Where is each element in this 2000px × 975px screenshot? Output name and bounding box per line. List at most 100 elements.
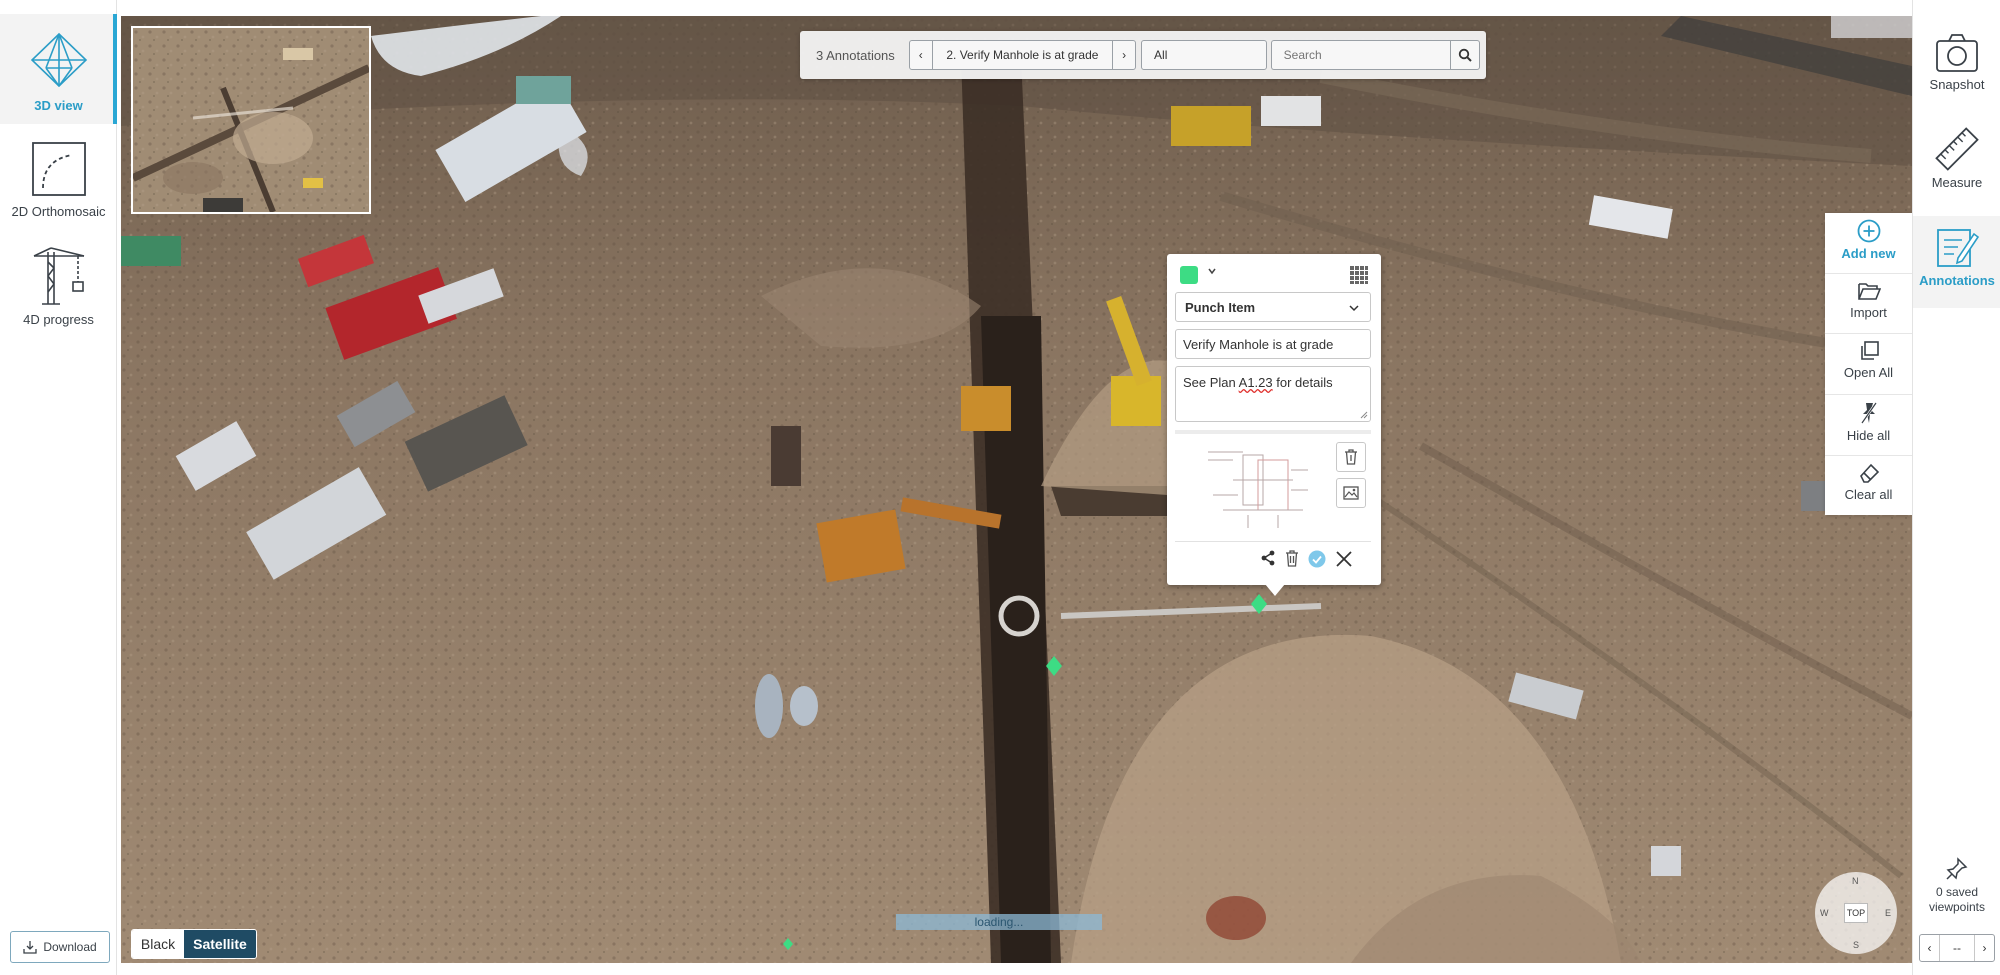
annotation-color-swatch[interactable] — [1180, 266, 1198, 284]
hide-all-label: Hide all — [1846, 428, 1891, 443]
minimap[interactable] — [131, 26, 371, 214]
description-text-end: for details — [1272, 375, 1333, 390]
open-all-label: Open All — [1843, 365, 1894, 380]
annotations-label: Annotations — [1919, 273, 1995, 288]
hide-all-annotations-button[interactable]: Hide all — [1825, 395, 1912, 453]
navigation-compass[interactable]: N S E W TOP — [1815, 872, 1897, 954]
add-new-label: Add new — [1841, 246, 1896, 261]
annotations-button[interactable]: Annotations — [1913, 216, 2000, 308]
add-new-annotation-button[interactable]: Add new — [1825, 213, 1912, 271]
folder-open-icon — [1857, 283, 1881, 300]
snapshot-label: Snapshot — [1929, 77, 1985, 92]
saved-viewpoints-count: 0 saved — [1935, 885, 1979, 899]
3d-viewport[interactable] — [121, 16, 1912, 963]
chevron-down-icon — [1349, 305, 1359, 312]
clear-all-label: Clear all — [1844, 487, 1893, 502]
description-flagged-word: A1.23 — [1238, 375, 1273, 390]
hide-icon — [1860, 402, 1877, 424]
download-icon — [23, 941, 37, 954]
previous-annotation-button[interactable]: ‹ — [908, 40, 933, 70]
annotation-description-field[interactable]: See Plan A1.23 for details — [1175, 366, 1371, 422]
resize-handle-icon[interactable] — [1360, 411, 1368, 419]
view-4d-progress-button[interactable]: 4D progress — [0, 234, 117, 344]
search-icon — [1458, 48, 1472, 62]
drawing-thumbnail-image — [1203, 440, 1313, 530]
view-3d-label: 3D view — [34, 98, 83, 113]
crane-icon — [33, 247, 84, 305]
popup-divider — [1175, 430, 1371, 434]
annotation-title-field[interactable]: Verify Manhole is at grade — [1175, 329, 1371, 359]
top-view-button[interactable]: TOP — [1844, 903, 1868, 923]
right-sidebar: Snapshot Measure Annotations 0 saved vie… — [1912, 0, 2000, 975]
minimap-image — [133, 28, 369, 212]
measure-button[interactable]: Measure — [1913, 120, 2000, 216]
camera-icon — [1936, 34, 1978, 72]
annotation-popup: Punch Item Verify Manhole is at grade Se… — [1167, 254, 1381, 585]
view-2d-orthomosaic-button[interactable]: 2D Orthomosaic — [0, 124, 117, 234]
point-cloud-scene[interactable] — [121, 16, 1912, 963]
search-button[interactable] — [1450, 40, 1480, 70]
current-annotation-title[interactable]: 2. Verify Manhole is at grade — [932, 40, 1113, 70]
share-annotation-button[interactable] — [1260, 550, 1276, 571]
pin-icon — [1946, 857, 1968, 880]
view-4d-label: 4D progress — [23, 312, 94, 327]
delete-attachment-button[interactable] — [1336, 442, 1366, 472]
annotation-toolbar: 3 Annotations ‹ 2. Verify Manhole is at … — [800, 31, 1486, 79]
compass-west: W — [1820, 908, 1829, 918]
previous-viewpoint-button[interactable]: ‹ — [1920, 935, 1940, 961]
view-3d-button[interactable]: 3D view — [0, 14, 117, 124]
trash-icon — [1345, 449, 1357, 465]
popup-footer-divider — [1175, 541, 1371, 542]
clear-all-annotations-button[interactable]: Clear all — [1825, 456, 1912, 514]
basemap-black-button[interactable]: Black — [132, 930, 184, 958]
saved-viewpoints-label: viewpoints — [1928, 900, 1986, 914]
annotation-filter-select[interactable]: All — [1141, 40, 1267, 70]
import-label: Import — [1850, 305, 1887, 320]
confirm-icon — [1308, 550, 1326, 568]
add-image-button[interactable] — [1336, 478, 1366, 508]
download-label: Download — [43, 940, 97, 954]
basemap-toggle: Black Satellite — [131, 929, 257, 959]
view-2d-label: 2D Orthomosaic — [11, 204, 106, 219]
trash-icon — [1286, 550, 1298, 567]
color-dropdown-chevron-icon[interactable] — [1207, 266, 1217, 279]
delete-annotation-button[interactable] — [1285, 550, 1299, 572]
image-icon — [1343, 486, 1359, 500]
plus-circle-icon — [1857, 219, 1880, 243]
description-text-start: See Plan — [1183, 375, 1239, 390]
viewpoint-navigator: ‹ -- › — [1919, 934, 1995, 962]
compass-south: S — [1853, 940, 1860, 950]
left-sidebar: 3D view 2D Orthomosaic 4D progress Downl… — [0, 0, 117, 975]
viewpoint-indicator: -- — [1953, 941, 1961, 955]
next-annotation-button[interactable]: › — [1112, 40, 1137, 70]
import-annotations-button[interactable]: Import — [1825, 274, 1912, 332]
annotation-type-select[interactable]: Punch Item — [1175, 292, 1371, 322]
basemap-satellite-button[interactable]: Satellite — [184, 930, 256, 958]
saved-viewpoints[interactable]: 0 saved viewpoints — [1913, 857, 2000, 915]
annotation-type-value: Punch Item — [1185, 299, 1256, 315]
copy-icon — [1860, 341, 1879, 360]
ruler-icon — [1935, 127, 1979, 171]
attachment-thumbnail[interactable] — [1203, 440, 1313, 530]
annotations-menu: Add new Import Open All Hide all Clear a… — [1825, 213, 1912, 515]
orthomosaic-icon — [31, 142, 86, 196]
snapshot-button[interactable]: Snapshot — [1913, 24, 2000, 120]
compass-north: N — [1852, 876, 1859, 886]
cube-wireframe-icon — [30, 32, 87, 88]
next-viewpoint-button[interactable]: › — [1974, 935, 1994, 961]
download-button[interactable]: Download — [10, 931, 110, 963]
active-view-indicator — [113, 14, 117, 124]
compass-east: E — [1885, 908, 1892, 918]
grid-menu-icon[interactable] — [1349, 265, 1369, 290]
close-annotation-button[interactable] — [1335, 550, 1353, 573]
annotation-count: 3 Annotations — [816, 47, 895, 63]
measure-label: Measure — [1931, 175, 1983, 190]
eraser-icon — [1859, 463, 1879, 483]
annotations-icon — [1937, 229, 1980, 267]
save-annotation-button[interactable] — [1308, 550, 1326, 573]
annotation-search-input[interactable] — [1270, 40, 1451, 70]
popup-pointer — [1265, 584, 1285, 596]
close-icon — [1336, 551, 1352, 567]
open-all-annotations-button[interactable]: Open All — [1825, 334, 1912, 392]
loading-progress: loading... — [896, 914, 1102, 930]
